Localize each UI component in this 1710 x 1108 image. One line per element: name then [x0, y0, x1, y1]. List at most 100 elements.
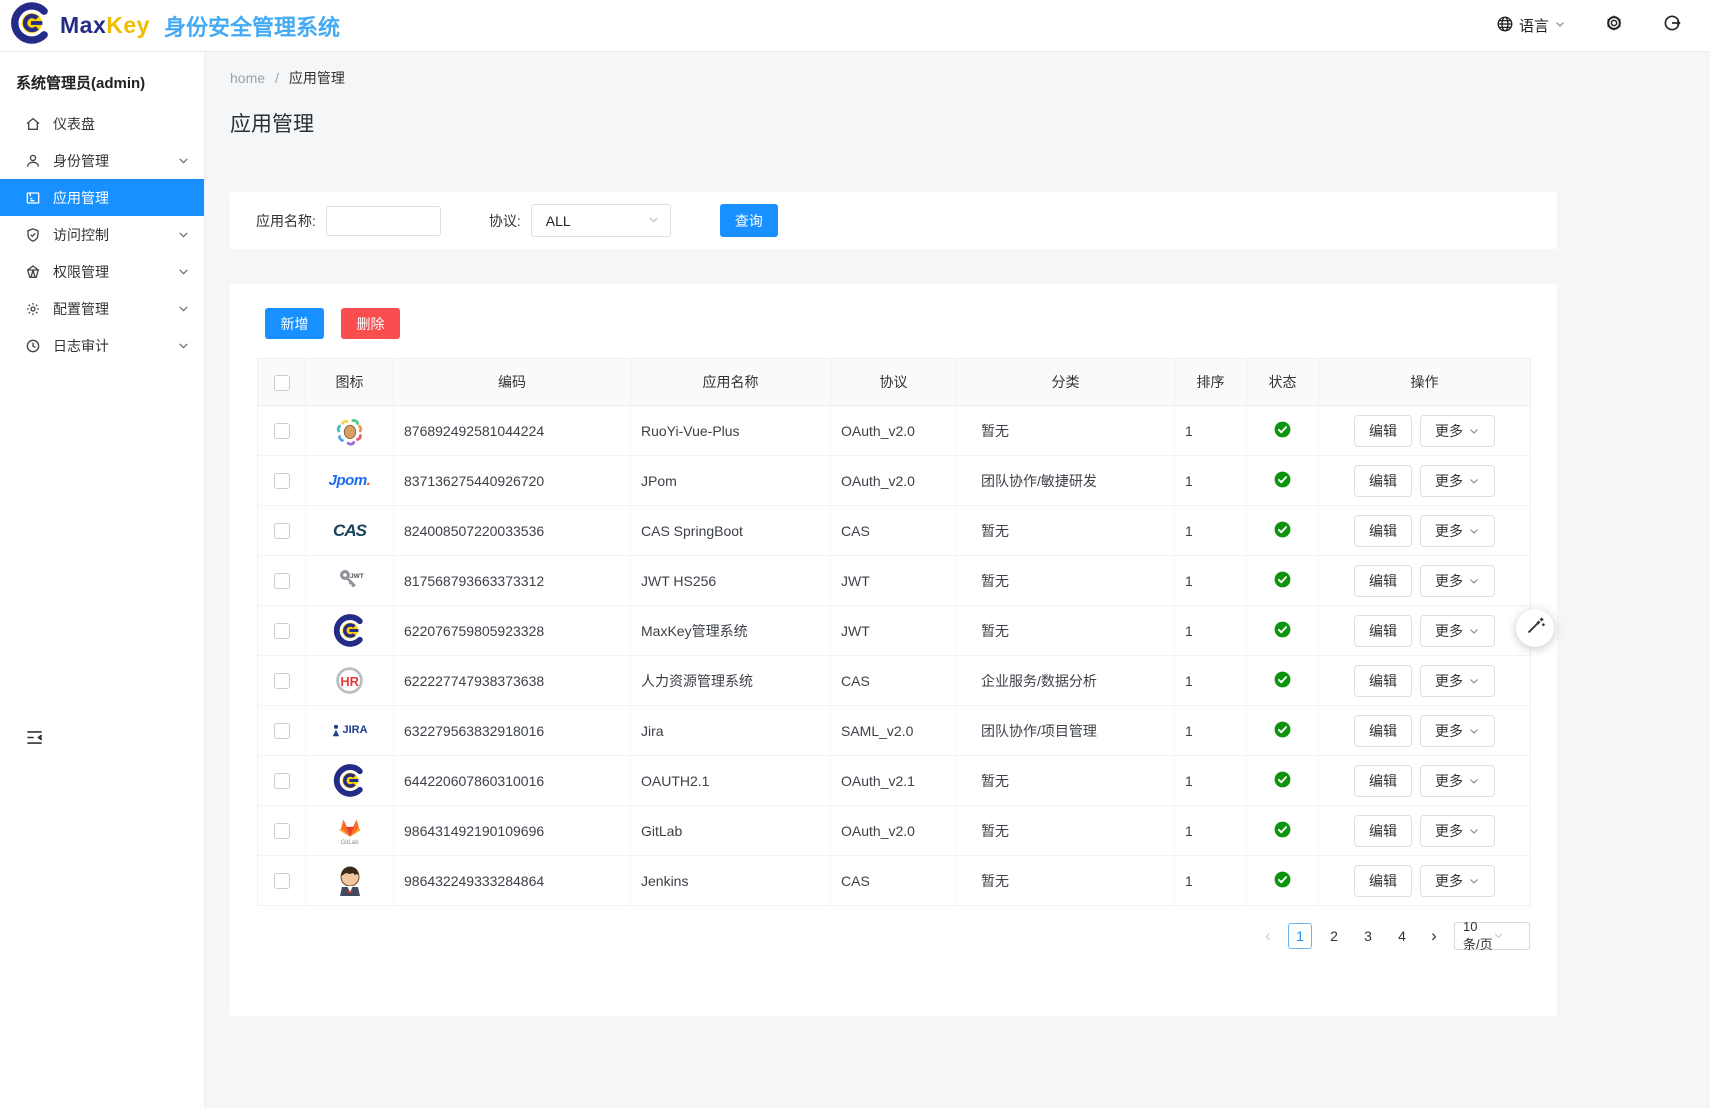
- table-row: CAS824008507220033536CAS SpringBootCAS暂无…: [258, 506, 1531, 556]
- table-header: 图标编码应用名称协议分类排序状态操作: [258, 359, 1531, 406]
- app-status-cell: [1247, 756, 1319, 806]
- pagination-pages: 1234: [1288, 923, 1414, 949]
- more-button[interactable]: 更多: [1420, 415, 1495, 447]
- app-code-cell: 632279563832918016: [394, 706, 631, 756]
- sidebar-item-dashboard[interactable]: 仪表盘: [0, 105, 204, 142]
- app-protocol-cell: CAS: [831, 856, 957, 906]
- more-button[interactable]: 更多: [1420, 515, 1495, 547]
- app-status-cell: [1247, 406, 1319, 456]
- chevron-down-icon: [1468, 775, 1480, 787]
- edit-button[interactable]: 编辑: [1354, 765, 1412, 797]
- row-checkbox[interactable]: [274, 673, 290, 689]
- sidebar-item-identity[interactable]: 身份管理: [0, 142, 204, 179]
- app-name-cell: Jenkins: [631, 856, 831, 906]
- breadcrumb-separator: /: [275, 70, 279, 86]
- more-button[interactable]: 更多: [1420, 615, 1495, 647]
- row-select-cell: [258, 556, 306, 606]
- pagination-page-4[interactable]: 4: [1390, 923, 1414, 949]
- chevron-down-icon: [1468, 825, 1480, 837]
- column-header: 排序: [1175, 359, 1247, 406]
- row-select-cell: [258, 506, 306, 556]
- edit-button[interactable]: 编辑: [1354, 515, 1412, 547]
- pagination-page-3[interactable]: 3: [1356, 923, 1380, 949]
- app-header: MaxKey 身份安全管理系统 语言: [0, 0, 1710, 52]
- app-name-cell: CAS SpringBoot: [631, 506, 831, 556]
- page-size-select[interactable]: 10 条/页: [1454, 922, 1530, 950]
- select-all-checkbox[interactable]: [274, 375, 290, 391]
- column-header: 编码: [394, 359, 631, 406]
- row-actions-cell: 编辑更多: [1319, 506, 1531, 556]
- app-protocol-cell: SAML_v2.0: [831, 706, 957, 756]
- floating-tool-button[interactable]: [1516, 609, 1554, 647]
- row-actions-cell: 编辑更多: [1319, 706, 1531, 756]
- pagination-prev-button[interactable]: ‹: [1258, 926, 1278, 946]
- delete-button[interactable]: 删除: [341, 308, 400, 339]
- jira-logo-icon: JIRA: [306, 724, 393, 737]
- pagination-page-1[interactable]: 1: [1288, 923, 1312, 949]
- app-status-cell: [1247, 806, 1319, 856]
- row-actions-cell: 编辑更多: [1319, 856, 1531, 906]
- brand-subtitle: 身份安全管理系统: [164, 10, 340, 42]
- table-row: 622076759805923328MaxKey管理系统JWT暂无1编辑更多: [258, 606, 1531, 656]
- app-protocol-cell: CAS: [831, 656, 957, 706]
- edit-button[interactable]: 编辑: [1354, 715, 1412, 747]
- sidebar-item-label: 权限管理: [53, 262, 177, 282]
- more-button[interactable]: 更多: [1420, 715, 1495, 747]
- sidebar-item-audit[interactable]: 日志审计: [0, 327, 204, 364]
- sidebar-item-apps[interactable]: 应用管理: [0, 179, 204, 216]
- logout-icon: [1662, 13, 1682, 38]
- row-checkbox[interactable]: [274, 873, 290, 889]
- app-sort-cell: 1: [1175, 756, 1247, 806]
- breadcrumb-home[interactable]: home: [230, 70, 265, 86]
- protocol-select[interactable]: ALL: [531, 204, 671, 237]
- status-enabled-icon: [1273, 626, 1292, 642]
- status-enabled-icon: [1273, 676, 1292, 692]
- table-row: HR622227747938373638人力资源管理系统CAS企业服务/数据分析…: [258, 656, 1531, 706]
- edit-button[interactable]: 编辑: [1354, 415, 1412, 447]
- breadcrumb: home / 应用管理: [230, 52, 1710, 88]
- jwt-logo-icon: JWT: [306, 565, 393, 597]
- logout-button[interactable]: [1662, 13, 1682, 38]
- edit-button[interactable]: 编辑: [1354, 465, 1412, 497]
- edit-button[interactable]: 编辑: [1354, 615, 1412, 647]
- sidebar-item-permission[interactable]: 权限管理: [0, 253, 204, 290]
- more-button[interactable]: 更多: [1420, 765, 1495, 797]
- pagination: ‹ 1234 › 10 条/页: [257, 922, 1530, 950]
- row-checkbox[interactable]: [274, 423, 290, 439]
- column-header: 协议: [831, 359, 957, 406]
- row-checkbox[interactable]: [274, 823, 290, 839]
- edit-button[interactable]: 编辑: [1354, 565, 1412, 597]
- edit-button[interactable]: 编辑: [1354, 665, 1412, 697]
- table-row: 876892492581044224RuoYi-Vue-PlusOAuth_v2…: [258, 406, 1531, 456]
- sidebar-item-config[interactable]: 配置管理: [0, 290, 204, 327]
- row-checkbox[interactable]: [274, 473, 290, 489]
- row-checkbox[interactable]: [274, 523, 290, 539]
- more-button[interactable]: 更多: [1420, 815, 1495, 847]
- more-button[interactable]: 更多: [1420, 865, 1495, 897]
- more-button[interactable]: 更多: [1420, 665, 1495, 697]
- search-button[interactable]: 查询: [720, 204, 778, 237]
- app-name-input[interactable]: [326, 206, 441, 236]
- sidebar-item-access[interactable]: 访问控制: [0, 216, 204, 253]
- add-button[interactable]: 新增: [265, 308, 324, 339]
- sidebar-item-label: 应用管理: [53, 188, 190, 208]
- sidebar-collapse-button[interactable]: [25, 728, 44, 752]
- row-checkbox[interactable]: [274, 573, 290, 589]
- row-checkbox[interactable]: [274, 723, 290, 739]
- chevron-down-icon: [177, 302, 190, 315]
- language-switcher[interactable]: 语言: [1496, 15, 1566, 37]
- app-category-cell: 暂无: [957, 556, 1175, 606]
- status-enabled-icon: [1273, 526, 1292, 542]
- sidebar-menu: 仪表盘身份管理应用管理访问控制权限管理配置管理日志审计: [0, 105, 204, 364]
- more-button[interactable]: 更多: [1420, 565, 1495, 597]
- pagination-next-button[interactable]: ›: [1424, 926, 1444, 946]
- edit-button[interactable]: 编辑: [1354, 865, 1412, 897]
- more-button[interactable]: 更多: [1420, 465, 1495, 497]
- pagination-page-2[interactable]: 2: [1322, 923, 1346, 949]
- edit-button[interactable]: 编辑: [1354, 815, 1412, 847]
- row-checkbox[interactable]: [274, 623, 290, 639]
- row-actions-cell: 编辑更多: [1319, 406, 1531, 456]
- row-checkbox[interactable]: [274, 773, 290, 789]
- settings-button[interactable]: [1604, 13, 1624, 38]
- maxkey-logo-icon: [306, 764, 393, 797]
